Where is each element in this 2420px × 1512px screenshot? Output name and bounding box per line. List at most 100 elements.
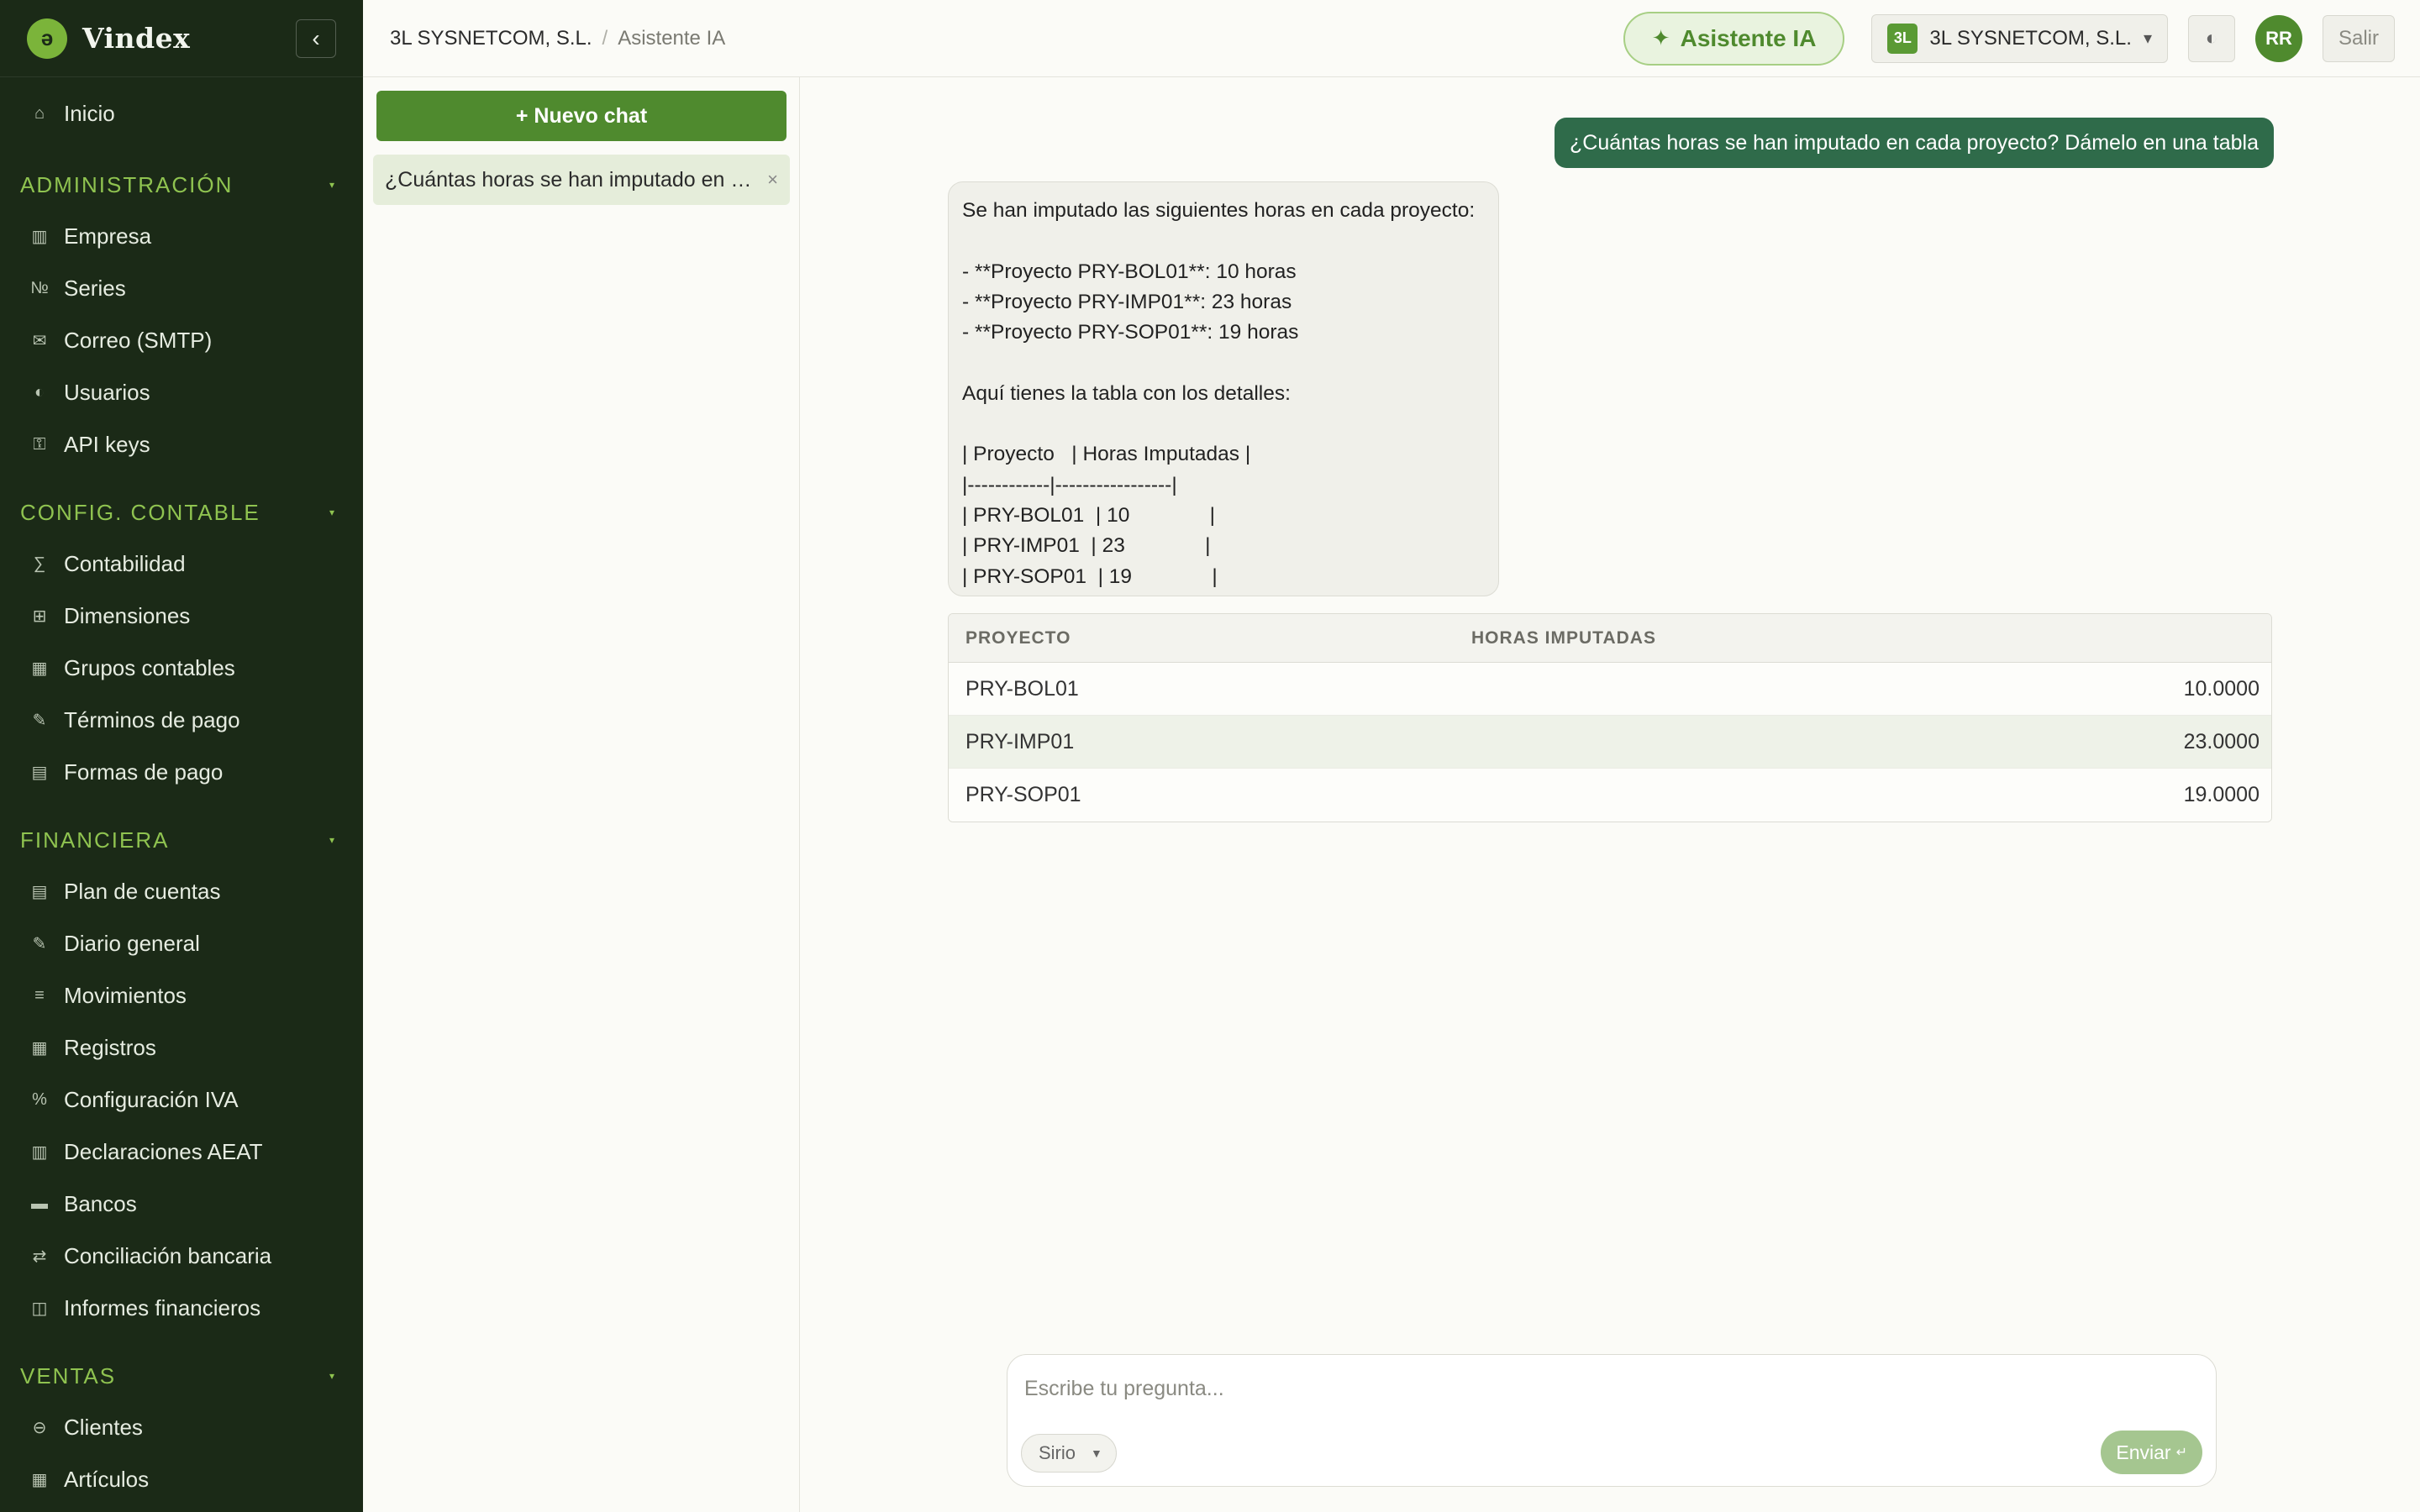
sidebar-item-registros[interactable]: ▦ Registros <box>0 1021 363 1074</box>
result-table: PROYECTO HORAS IMPUTADAS PRY-BOL01 10.00… <box>948 613 2272 822</box>
sparkle-icon: ✦ <box>1651 25 1670 50</box>
table-cell: PRY-IMP01 <box>965 729 1075 753</box>
contrast-icon: ◐ <box>2205 26 2218 50</box>
sidebar-item-label: Artículos <box>64 1466 150 1492</box>
sidebar-item-términos-de-pago[interactable]: ✎ Términos de pago <box>0 694 363 746</box>
sidebar-item-label: Dimensiones <box>64 602 191 628</box>
sidebar-section-header[interactable]: VENTAS ▾ <box>0 1351 363 1401</box>
top-bar: 3L SYSNETCOM, S.L. / Asistente IA ✦ Asis… <box>363 0 2420 77</box>
breadcrumb-company[interactable]: 3L SYSNETCOM, S.L. <box>390 27 592 50</box>
sidebar-item-label: Empresa <box>64 223 152 249</box>
company-badge: 3L <box>1887 23 1918 54</box>
sidebar-item-artículos[interactable]: ▦ Artículos <box>0 1453 363 1505</box>
chevron-down-icon: ▼ <box>1091 1446 1102 1460</box>
table-header-row: PROYECTO HORAS IMPUTADAS <box>949 614 2271 663</box>
sidebar-item-home[interactable]: ⌂ Inicio <box>0 87 363 139</box>
model-name: Sirio <box>1039 1442 1076 1463</box>
sidebar-section-header[interactable]: CONFIG. CONTABLE ▾ <box>0 487 363 538</box>
building-icon: ▥ <box>31 227 48 246</box>
sidebar-item-movimientos[interactable]: ≡ Movimientos <box>0 969 363 1021</box>
sidebar-item-label: Movimientos <box>64 982 187 1008</box>
chevron-down-icon: ▾ <box>329 834 336 846</box>
sidebar-item-conciliación-bancaria[interactable]: ⇄ Conciliación bancaria <box>0 1230 363 1282</box>
sidebar-item-label: Series <box>64 275 126 301</box>
sidebar-item-declaraciones-aeat[interactable]: ▥ Declaraciones AEAT <box>0 1126 363 1178</box>
theme-toggle-button[interactable]: ◐ <box>2187 14 2235 62</box>
sidebar-item-bancos[interactable]: ▬ Bancos <box>0 1178 363 1230</box>
send-button[interactable]: Enviar ↵ <box>2101 1431 2202 1474</box>
table-cell: 23.0000 <box>2183 729 2260 753</box>
message-composer: Sirio ▼ Enviar ↵ <box>1007 1354 2217 1487</box>
sidebar-item-label: Declaraciones AEAT <box>64 1138 263 1164</box>
company-name: 3L SYSNETCOM, S.L. <box>1929 26 2132 50</box>
collapse-sidebar-button[interactable]: ‹ <box>296 18 336 58</box>
chevron-down-icon: ▾ <box>329 179 336 191</box>
send-label: Enviar <box>2116 1441 2171 1463</box>
model-selector[interactable]: Sirio ▼ <box>1021 1434 1117 1473</box>
chat-list-item[interactable]: ¿Cuántas horas se han imputado en cada p… <box>373 155 790 205</box>
sidebar-item-configuración-iva[interactable]: % Configuración IVA <box>0 1074 363 1126</box>
message-input[interactable] <box>1024 1370 2184 1407</box>
bank-icon: ▬ <box>31 1194 48 1213</box>
sidebar-section-title: CONFIG. CONTABLE <box>20 499 260 525</box>
table-row: PRY-SOP01 19.0000 <box>949 769 2271 822</box>
sidebar-sections: ADMINISTRACIÓN ▾ ▥ Empresa № Series ✉ Correo (S… <box>0 160 363 1505</box>
brand-header: ə Vindex ‹ <box>0 0 363 77</box>
sidebar-item-label: Correo (SMTP) <box>64 327 213 353</box>
sidebar-section-title: ADMINISTRACIÓN <box>20 171 234 197</box>
user-message: ¿Cuántas horas se han imputado en cada p… <box>1555 118 2274 168</box>
ai-assistant-button[interactable]: ✦ Asistente IA <box>1623 11 1845 66</box>
sidebar-item-dimensiones[interactable]: ⊞ Dimensiones <box>0 590 363 642</box>
sidebar-item-label: Clientes <box>64 1414 143 1440</box>
sidebar-section-header[interactable]: FINANCIERA ▾ <box>0 815 363 865</box>
sidebar-item-label: Configuración IVA <box>64 1086 239 1112</box>
swap-icon: ⇄ <box>32 1247 47 1266</box>
sidebar-item-informes-financieros[interactable]: ◫ Informes financieros <box>0 1282 363 1334</box>
sidebar-item-label: Usuarios <box>64 379 150 405</box>
sidebar-item-label: Conciliación bancaria <box>64 1242 272 1268</box>
app-logo-icon: ə <box>27 18 67 59</box>
sidebar-section-header[interactable]: ADMINISTRACIÓN ▾ <box>0 160 363 210</box>
top-actions: ✦ Asistente IA 3L 3L SYSNETCOM, S.L. ▾ ◐… <box>1623 11 2420 66</box>
sidebar-item-diario-general[interactable]: ✎ Diario general <box>0 917 363 969</box>
sidebar-item-contabilidad[interactable]: ∑ Contabilidad <box>0 538 363 590</box>
sidebar-item-label: Bancos <box>64 1190 137 1216</box>
key-icon: ⚿ <box>33 434 46 454</box>
sidebar-item-clientes[interactable]: ⊖ Clientes <box>0 1401 363 1453</box>
sidebar-item-usuarios[interactable]: ◐ Usuarios <box>0 366 363 418</box>
company-selector[interactable]: 3L 3L SYSNETCOM, S.L. ▾ <box>1871 13 2168 63</box>
sidebar-item-grupos-contables[interactable]: ▦ Grupos contables <box>0 642 363 694</box>
sidebar-item-formas-de-pago[interactable]: ▤ Formas de pago <box>0 746 363 798</box>
new-chat-button[interactable]: + Nuevo chat <box>376 91 786 141</box>
sidebar-item-correo-smtp-[interactable]: ✉ Correo (SMTP) <box>0 314 363 366</box>
return-icon: ↵ <box>2175 1446 2187 1460</box>
chevron-down-icon: ▾ <box>329 507 336 518</box>
sidebar-item-label: Grupos contables <box>64 654 235 680</box>
sidebar-section-title: VENTAS <box>20 1362 117 1389</box>
breadcrumb-separator: / <box>602 26 608 50</box>
sidebar-item-label: API keys <box>64 431 150 457</box>
user-avatar[interactable]: RR <box>2254 14 2302 62</box>
sidebar-item-label: Contabilidad <box>64 550 186 576</box>
sidebar-item-label: Formas de pago <box>64 759 224 785</box>
table-cell: 19.0000 <box>2183 783 2260 806</box>
sidebar-item-series[interactable]: № Series <box>0 262 363 314</box>
app-name: Vindex <box>82 22 191 55</box>
chevron-down-icon: ▾ <box>329 1370 336 1382</box>
sidebar-item-api-keys[interactable]: ⚿ API keys <box>0 418 363 470</box>
breadcrumb-current: Asistente IA <box>618 26 726 50</box>
sidebar-item-label: Inicio <box>64 100 115 126</box>
breadcrumb: 3L SYSNETCOM, S.L. / Asistente IA <box>363 27 725 50</box>
sigma-icon: ∑ <box>33 554 46 573</box>
column-header: HORAS IMPUTADAS <box>1471 627 1656 648</box>
chevron-down-icon: ▾ <box>2143 29 2152 48</box>
sidebar-item-plan-de-cuentas[interactable]: ▤ Plan de cuentas <box>0 865 363 917</box>
sidebar-item-label: Diario general <box>64 930 200 956</box>
sidebar-item-empresa[interactable]: ▥ Empresa <box>0 210 363 262</box>
table-row: PRY-BOL01 10.0000 <box>949 663 2271 716</box>
sidebar-item-label: Plan de cuentas <box>64 878 221 904</box>
logout-button[interactable]: Salir <box>2322 14 2395 62</box>
assistant-message: Se han imputado las siguientes horas en … <box>948 181 1499 596</box>
pen-icon: ✎ <box>32 711 47 730</box>
close-icon[interactable]: × <box>767 169 778 191</box>
